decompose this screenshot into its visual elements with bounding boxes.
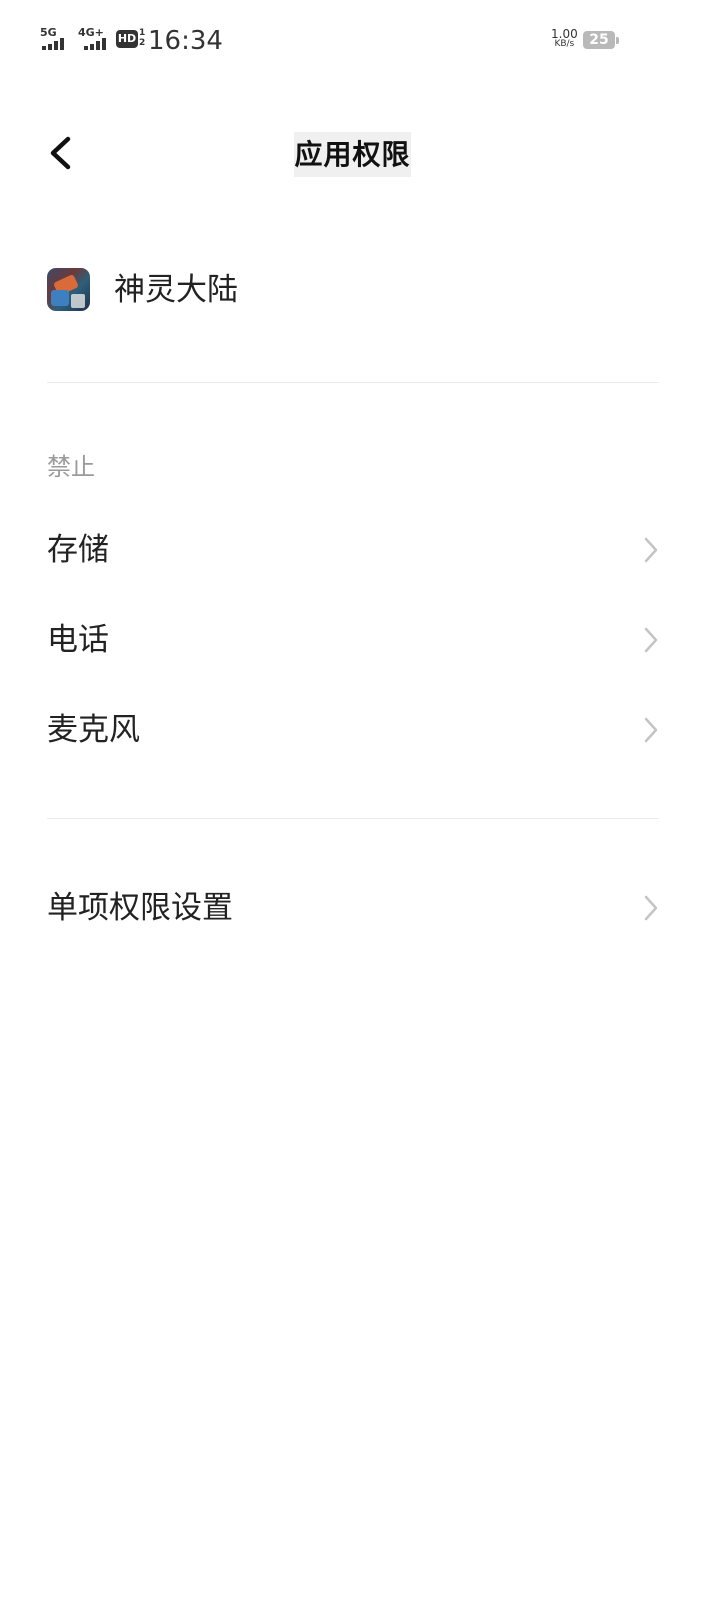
signal-bars-icon bbox=[84, 38, 112, 50]
network-speed-unit: KB/s bbox=[554, 39, 575, 49]
chevron-left-icon bbox=[50, 136, 71, 170]
app-name: 神灵大陆 bbox=[114, 272, 238, 308]
battery-icon: 25 bbox=[583, 31, 619, 49]
signal-bars-icon bbox=[42, 38, 70, 50]
page-title: 应用权限 bbox=[294, 132, 411, 177]
permission-label: 麦克风 bbox=[47, 712, 140, 748]
permission-item-phone[interactable]: 电话 bbox=[47, 610, 659, 670]
hd-sub-bottom: 2 bbox=[139, 38, 146, 48]
permission-item-storage[interactable]: 存储 bbox=[47, 520, 659, 580]
divider bbox=[47, 818, 659, 819]
app-icon bbox=[47, 268, 90, 311]
section-label-denied: 禁止 bbox=[47, 453, 95, 481]
divider bbox=[47, 382, 659, 383]
single-permission-settings-label: 单项权限设置 bbox=[47, 890, 233, 926]
status-bar: 5G 4G+ HD 1 2 16:34 1.00 KB/s 25 bbox=[0, 0, 720, 80]
network-type-label: 4G+ bbox=[78, 26, 104, 39]
status-time: 16:34 bbox=[148, 26, 223, 56]
permission-label: 电话 bbox=[47, 622, 109, 658]
hd-voice-icon: HD bbox=[116, 30, 138, 48]
network-speed-value: 1.00 bbox=[551, 27, 578, 41]
network-speed: 1.00 KB/s bbox=[551, 27, 578, 49]
chevron-right-icon bbox=[644, 717, 658, 743]
back-button[interactable] bbox=[40, 128, 88, 178]
chevron-right-icon bbox=[644, 537, 658, 563]
permission-label: 存储 bbox=[47, 532, 109, 568]
permission-item-microphone[interactable]: 麦克风 bbox=[47, 700, 659, 760]
chevron-right-icon bbox=[644, 895, 658, 921]
app-info-row: 神灵大陆 bbox=[47, 265, 659, 317]
hd-sim-indicator: 1 2 bbox=[139, 28, 145, 48]
hd-sub-top: 1 bbox=[139, 28, 146, 38]
network-type-label: 5G bbox=[40, 26, 57, 39]
chevron-right-icon bbox=[644, 627, 658, 653]
single-permission-settings-item[interactable]: 单项权限设置 bbox=[47, 878, 659, 938]
